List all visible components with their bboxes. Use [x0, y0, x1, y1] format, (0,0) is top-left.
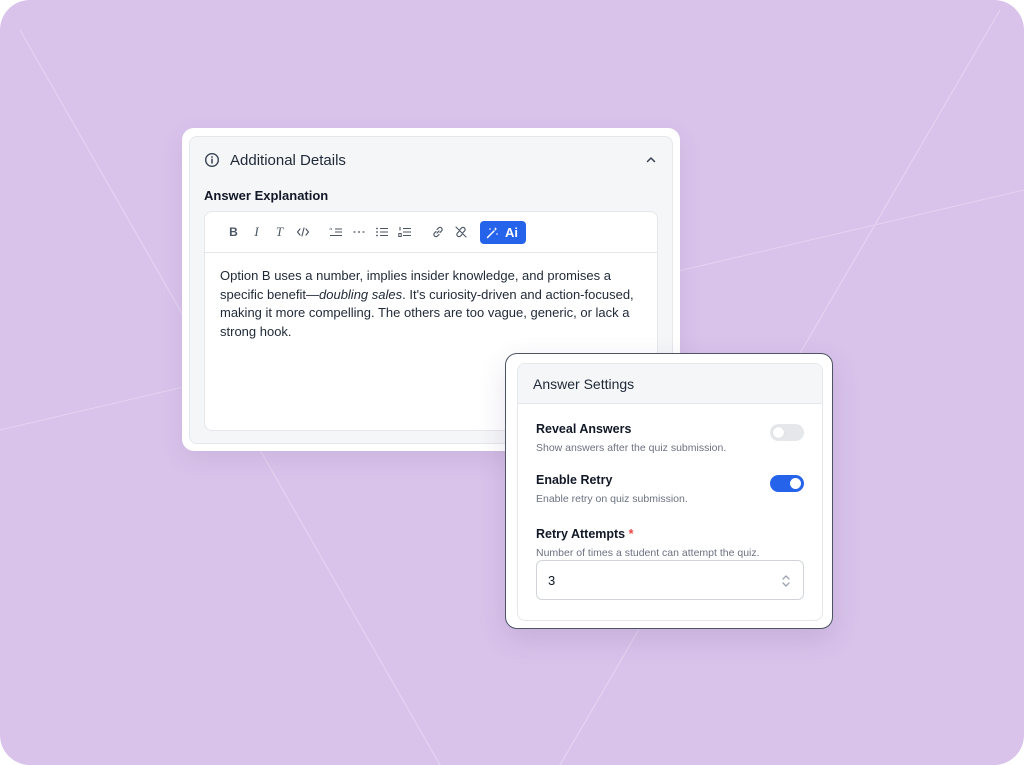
stepper-arrows-icon[interactable]: [781, 572, 791, 590]
svg-text:“: “: [329, 227, 333, 235]
explanation-text-italic: doubling sales: [319, 286, 403, 302]
ai-button-label: Ai: [505, 224, 518, 240]
editor-content[interactable]: Option B uses a number, implies insider …: [205, 253, 657, 341]
blockquote-icon: “: [329, 227, 342, 237]
toggle-knob: [790, 478, 801, 489]
enable-retry-toggle[interactable]: [770, 475, 804, 492]
horizontal-rule-icon: [353, 231, 364, 233]
editor-toolbar: B I T “ Ai: [205, 212, 657, 253]
unlink-button[interactable]: [449, 222, 472, 242]
bold-button[interactable]: B: [222, 222, 245, 242]
code-button[interactable]: [291, 222, 314, 242]
ordered-list-button[interactable]: [393, 222, 416, 242]
chevron-up-icon[interactable]: [644, 153, 658, 167]
retry-attempts-setting: Retry Attempts * Number of times a stude…: [536, 527, 804, 559]
bullet-list-button[interactable]: [370, 222, 393, 242]
retry-attempts-input[interactable]: 3: [536, 560, 804, 600]
blockquote-button[interactable]: “: [324, 222, 347, 242]
retry-attempts-label: Retry Attempts *: [536, 527, 804, 541]
answer-settings-title: Answer Settings: [533, 375, 635, 392]
retry-attempts-description: Number of times a student can attempt th…: [536, 547, 760, 559]
ai-assist-button[interactable]: Ai: [480, 220, 526, 244]
retry-attempts-value: 3: [548, 572, 556, 588]
required-marker: *: [628, 527, 634, 541]
info-icon: [204, 152, 220, 168]
link-icon: [432, 226, 443, 238]
answer-settings-panel: Answer Settings Reveal Answers Show answ…: [517, 363, 823, 621]
unlink-icon: [454, 226, 467, 238]
enable-retry-label: Enable Retry: [536, 473, 613, 487]
ordered-list-icon: [397, 227, 411, 237]
enable-retry-setting: Enable Retry Enable retry on quiz submis…: [536, 473, 804, 505]
answer-settings-header: Answer Settings: [518, 364, 822, 404]
magic-wand-icon: [486, 226, 499, 239]
enable-retry-description: Enable retry on quiz submission.: [536, 493, 688, 505]
bullet-list-icon: [375, 227, 388, 237]
retry-attempts-label-text: Retry Attempts: [536, 527, 626, 541]
additional-details-header[interactable]: Additional Details: [204, 150, 658, 170]
clear-format-button[interactable]: T: [268, 222, 291, 242]
reveal-answers-label: Reveal Answers: [536, 422, 632, 436]
toggle-knob: [773, 427, 784, 438]
additional-details-title: Additional Details: [230, 151, 346, 169]
answer-settings-card: Answer Settings Reveal Answers Show answ…: [505, 353, 833, 629]
answer-explanation-label: Answer Explanation: [204, 188, 329, 203]
horizontal-rule-button[interactable]: [347, 222, 370, 242]
reveal-answers-setting: Reveal Answers Show answers after the qu…: [536, 422, 804, 454]
code-icon: [296, 227, 309, 237]
reveal-answers-toggle[interactable]: [770, 424, 804, 441]
reveal-answers-description: Show answers after the quiz submission.: [536, 442, 727, 454]
clear-format-icon: T: [275, 224, 284, 239]
link-button[interactable]: [426, 222, 449, 242]
italic-button[interactable]: I: [245, 222, 268, 242]
